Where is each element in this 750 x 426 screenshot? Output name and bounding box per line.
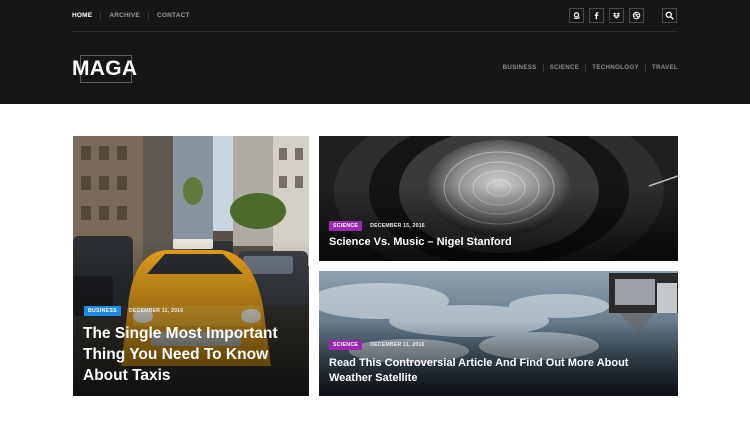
category-badge[interactable]: SCIENCE <box>329 221 363 231</box>
post-meta: SCIENCE DECEMBER 11, 2016 <box>329 340 425 350</box>
featured-post-taxis[interactable]: BUSINESS DECEMBER 11, 2016 The Single Mo… <box>73 136 309 396</box>
facebook-icon[interactable] <box>589 8 604 23</box>
category-technology-link[interactable]: TECHNOLOGY <box>585 64 645 72</box>
topnav-contact-link[interactable]: CONTACT <box>147 12 198 20</box>
category-science-link[interactable]: SCIENCE <box>542 64 586 72</box>
category-navigation: BUSINESS SCIENCE TECHNOLOGY TRAVEL <box>497 63 678 73</box>
post-meta: SCIENCE DECEMBER 15, 2016 <box>329 221 425 231</box>
amazon-icon[interactable] <box>569 8 584 23</box>
site-logo[interactable]: MAGA <box>72 55 144 83</box>
post-title[interactable]: Read This Controversial Article And Find… <box>329 356 669 386</box>
post-date: DECEMBER 11, 2016 <box>128 308 184 314</box>
dropbox-icon[interactable] <box>609 8 624 23</box>
featured-post-science-music[interactable]: SCIENCE DECEMBER 15, 2016 Science Vs. Mu… <box>319 136 678 261</box>
category-business-link[interactable]: BUSINESS <box>497 64 543 72</box>
dribbble-icon[interactable] <box>629 8 644 23</box>
category-badge[interactable]: BUSINESS <box>84 306 121 316</box>
post-date: DECEMBER 11, 2016 <box>370 342 425 348</box>
category-badge[interactable]: SCIENCE <box>329 340 363 350</box>
post-title[interactable]: The Single Most Important Thing You Need… <box>83 323 303 386</box>
featured-post-weather-satellite[interactable]: SCIENCE DECEMBER 11, 2016 Read This Cont… <box>319 271 678 396</box>
post-title[interactable]: Science Vs. Music – Nigel Stanford <box>329 236 512 250</box>
post-date: DECEMBER 15, 2016 <box>370 223 425 229</box>
post-meta: BUSINESS DECEMBER 11, 2016 <box>84 306 183 316</box>
topnav-archive-link[interactable]: ARCHIVE <box>100 12 148 20</box>
search-icon[interactable] <box>662 8 677 23</box>
logo-text: MAGA <box>72 57 138 80</box>
site-header: HOME ARCHIVE CONTACT MAGA BUSINESS SCIEN… <box>0 0 750 104</box>
category-travel-link[interactable]: TRAVEL <box>644 64 678 72</box>
header-divider <box>72 31 678 32</box>
social-links <box>569 8 644 23</box>
topnav-home-link[interactable]: HOME <box>72 12 100 20</box>
top-navigation: HOME ARCHIVE CONTACT <box>72 11 198 21</box>
